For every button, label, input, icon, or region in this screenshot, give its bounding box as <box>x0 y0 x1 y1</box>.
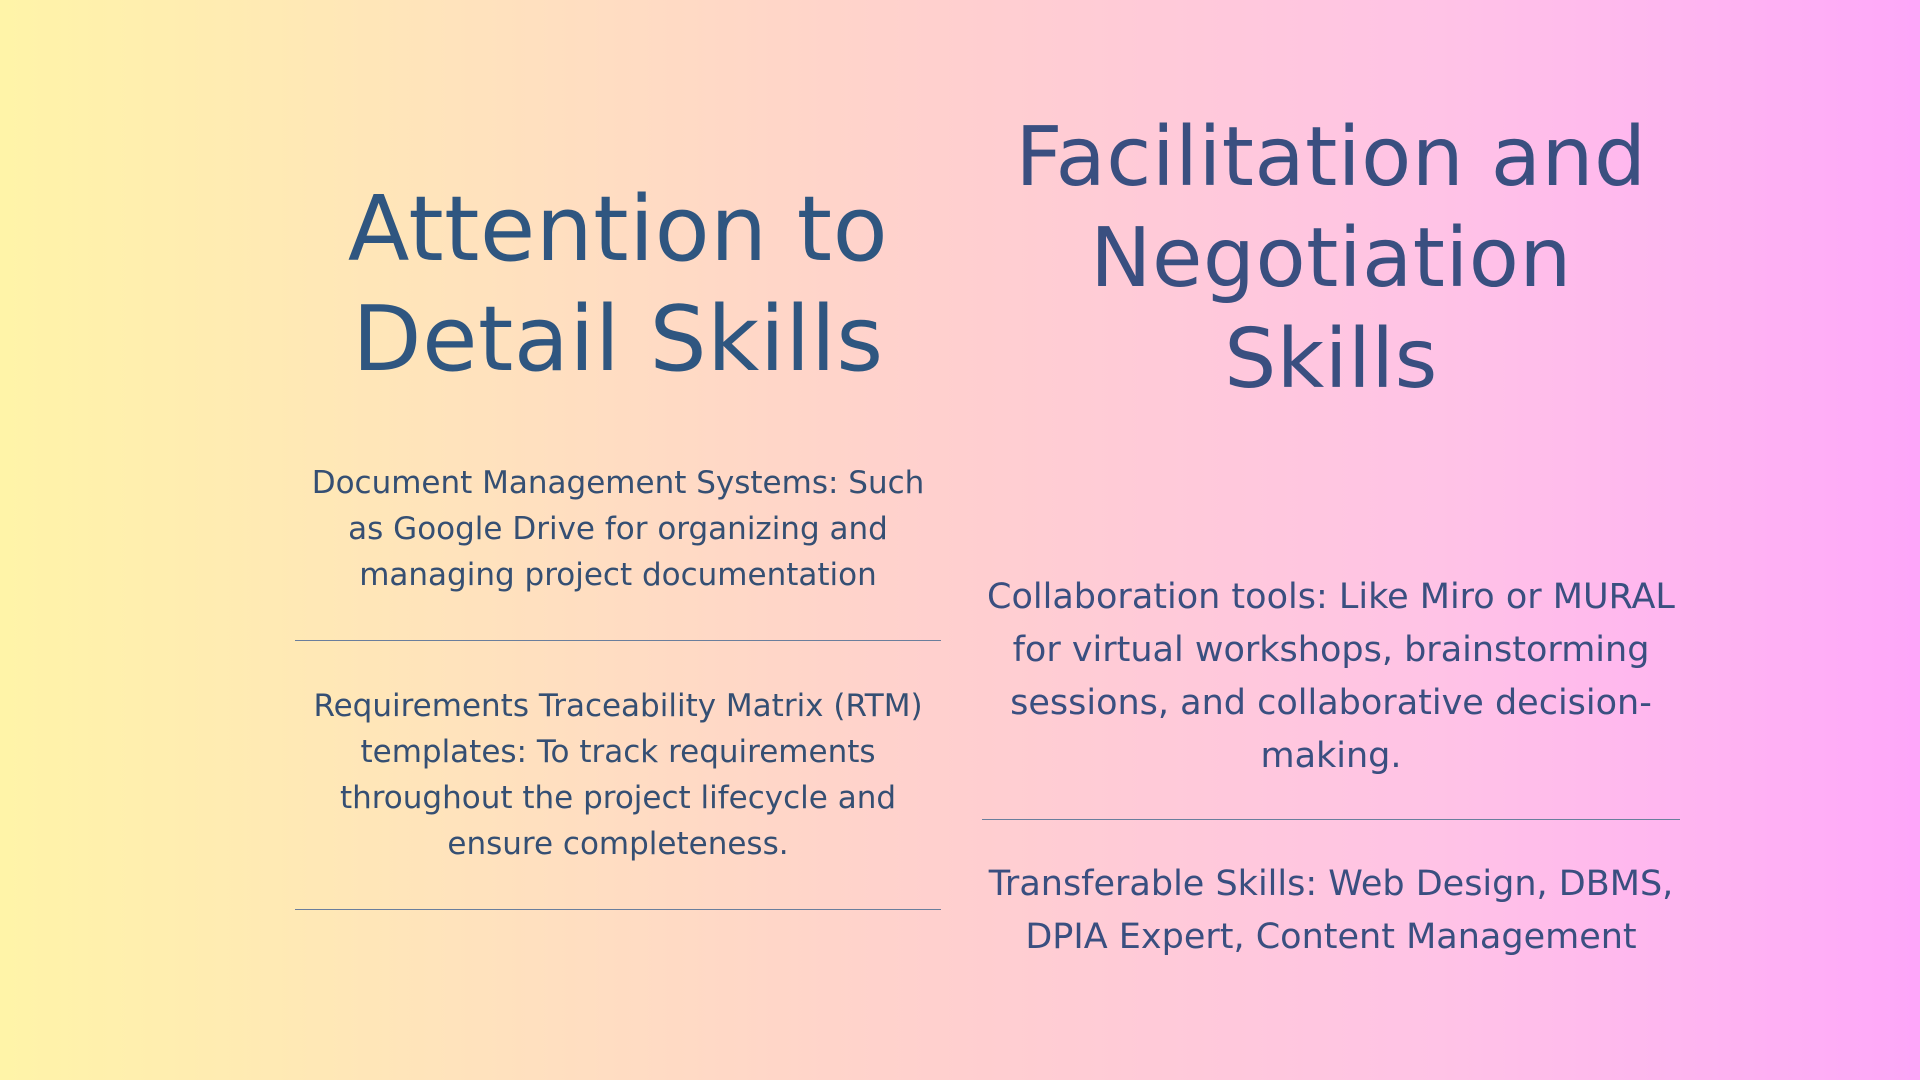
left-column-heading: Attention to Detail Skills <box>347 177 889 392</box>
left-divider-2 <box>295 909 941 910</box>
right-column-item-collaboration-tools: Collaboration tools: Like Miro or MURAL … <box>987 577 1675 776</box>
slide: Attention to Detail Skills Document Mana… <box>0 0 1920 1080</box>
right-divider-1 <box>982 819 1680 820</box>
left-column: Attention to Detail Skills Document Mana… <box>295 0 941 1080</box>
left-divider-1 <box>295 640 941 641</box>
left-column-item-rtm-templates: Requirements Traceability Matrix (RTM) t… <box>313 688 923 862</box>
right-column-item-transferable-skills: Transferable Skills: Web Design, DBMS, D… <box>988 864 1674 957</box>
right-column-heading: Facilitation and Negotiation Skills <box>1015 110 1647 407</box>
left-column-item-document-management: Document Management Systems: Such as Goo… <box>311 465 925 593</box>
right-column: Facilitation and Negotiation Skills Coll… <box>982 0 1680 1080</box>
